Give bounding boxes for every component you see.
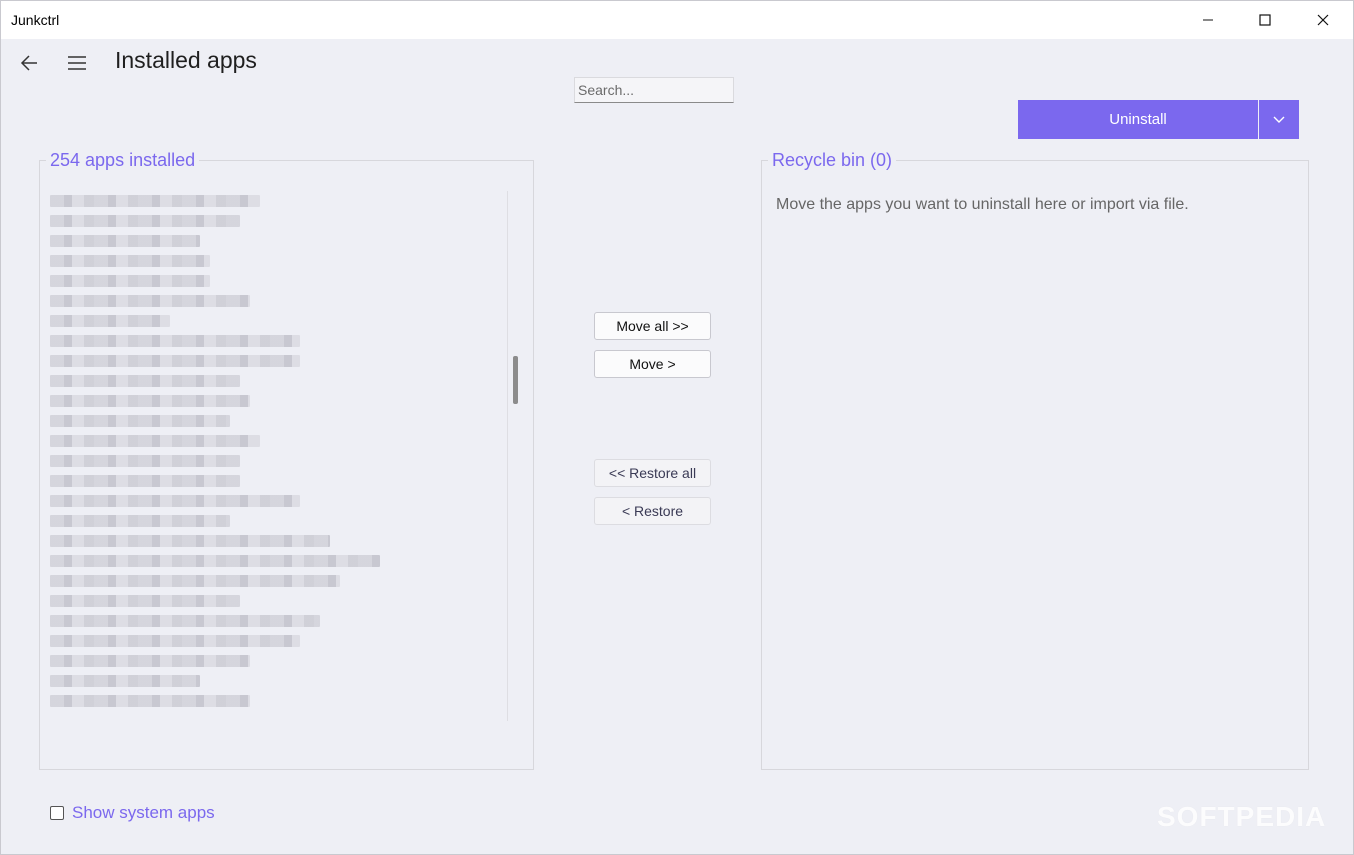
move-all-button[interactable]: Move all >> (594, 312, 711, 340)
recycle-bin-group: Recycle bin (0) Move the apps you want t… (761, 149, 1309, 770)
app-window: Junkctrl Installed apps Uninstall (0, 0, 1354, 855)
back-arrow-icon (20, 55, 37, 71)
list-item[interactable] (50, 471, 510, 491)
list-scrollbar-thumb[interactable] (513, 356, 518, 404)
installed-apps-count: 254 apps installed (46, 149, 200, 171)
list-item[interactable] (50, 571, 510, 591)
list-item[interactable] (50, 331, 510, 351)
list-item[interactable] (50, 551, 510, 571)
uninstall-dropdown-button[interactable] (1259, 100, 1299, 139)
list-item[interactable] (50, 451, 510, 471)
list-item[interactable] (50, 251, 510, 271)
list-item[interactable] (50, 311, 510, 331)
hamburger-icon (68, 56, 86, 70)
list-item[interactable] (50, 591, 510, 611)
list-scrollbar-track[interactable] (507, 191, 522, 721)
show-system-apps-label[interactable]: Show system apps (72, 803, 215, 823)
list-item[interactable] (50, 411, 510, 431)
hamburger-menu-button[interactable] (63, 51, 91, 75)
list-item[interactable] (50, 651, 510, 671)
list-item[interactable] (50, 611, 510, 631)
search-input[interactable] (574, 77, 734, 103)
list-item[interactable] (50, 271, 510, 291)
move-button[interactable]: Move > (594, 350, 711, 378)
minimize-icon (1203, 19, 1213, 21)
list-item[interactable] (50, 511, 510, 531)
list-item[interactable] (50, 391, 510, 411)
list-item[interactable] (50, 531, 510, 551)
list-item[interactable] (50, 671, 510, 691)
list-item[interactable] (50, 211, 510, 231)
maximize-icon (1259, 14, 1271, 26)
installed-apps-list[interactable] (50, 191, 510, 721)
minimize-button[interactable] (1179, 1, 1237, 39)
close-button[interactable] (1294, 1, 1352, 39)
show-system-apps-checkbox[interactable] (50, 806, 64, 820)
list-item[interactable] (50, 491, 510, 511)
chevron-down-icon (1273, 116, 1285, 123)
uninstall-button[interactable]: Uninstall (1018, 100, 1258, 139)
window-title: Junkctrl (11, 12, 60, 28)
list-item[interactable] (50, 351, 510, 371)
list-item[interactable] (50, 631, 510, 651)
recycle-bin-hint: Move the apps you want to uninstall here… (776, 196, 1189, 213)
watermark: SOFTPEDIA (1157, 801, 1327, 832)
list-item[interactable] (50, 191, 510, 211)
installed-apps-group: 254 apps installed (39, 149, 534, 770)
list-item[interactable] (50, 431, 510, 451)
restore-all-button[interactable]: << Restore all (594, 459, 711, 487)
maximize-button[interactable] (1236, 1, 1294, 39)
recycle-bin-title: Recycle bin (0) (768, 149, 897, 171)
list-item[interactable] (50, 291, 510, 311)
restore-button[interactable]: < Restore (594, 497, 711, 525)
list-item[interactable] (50, 371, 510, 391)
list-item[interactable] (50, 231, 510, 251)
page-title: Installed apps (115, 47, 257, 73)
list-item[interactable] (50, 691, 510, 711)
back-button[interactable] (15, 51, 43, 75)
close-icon (1317, 14, 1329, 26)
show-system-apps-toggle[interactable]: Show system apps (50, 803, 215, 823)
title-bar: Junkctrl (1, 1, 1353, 39)
